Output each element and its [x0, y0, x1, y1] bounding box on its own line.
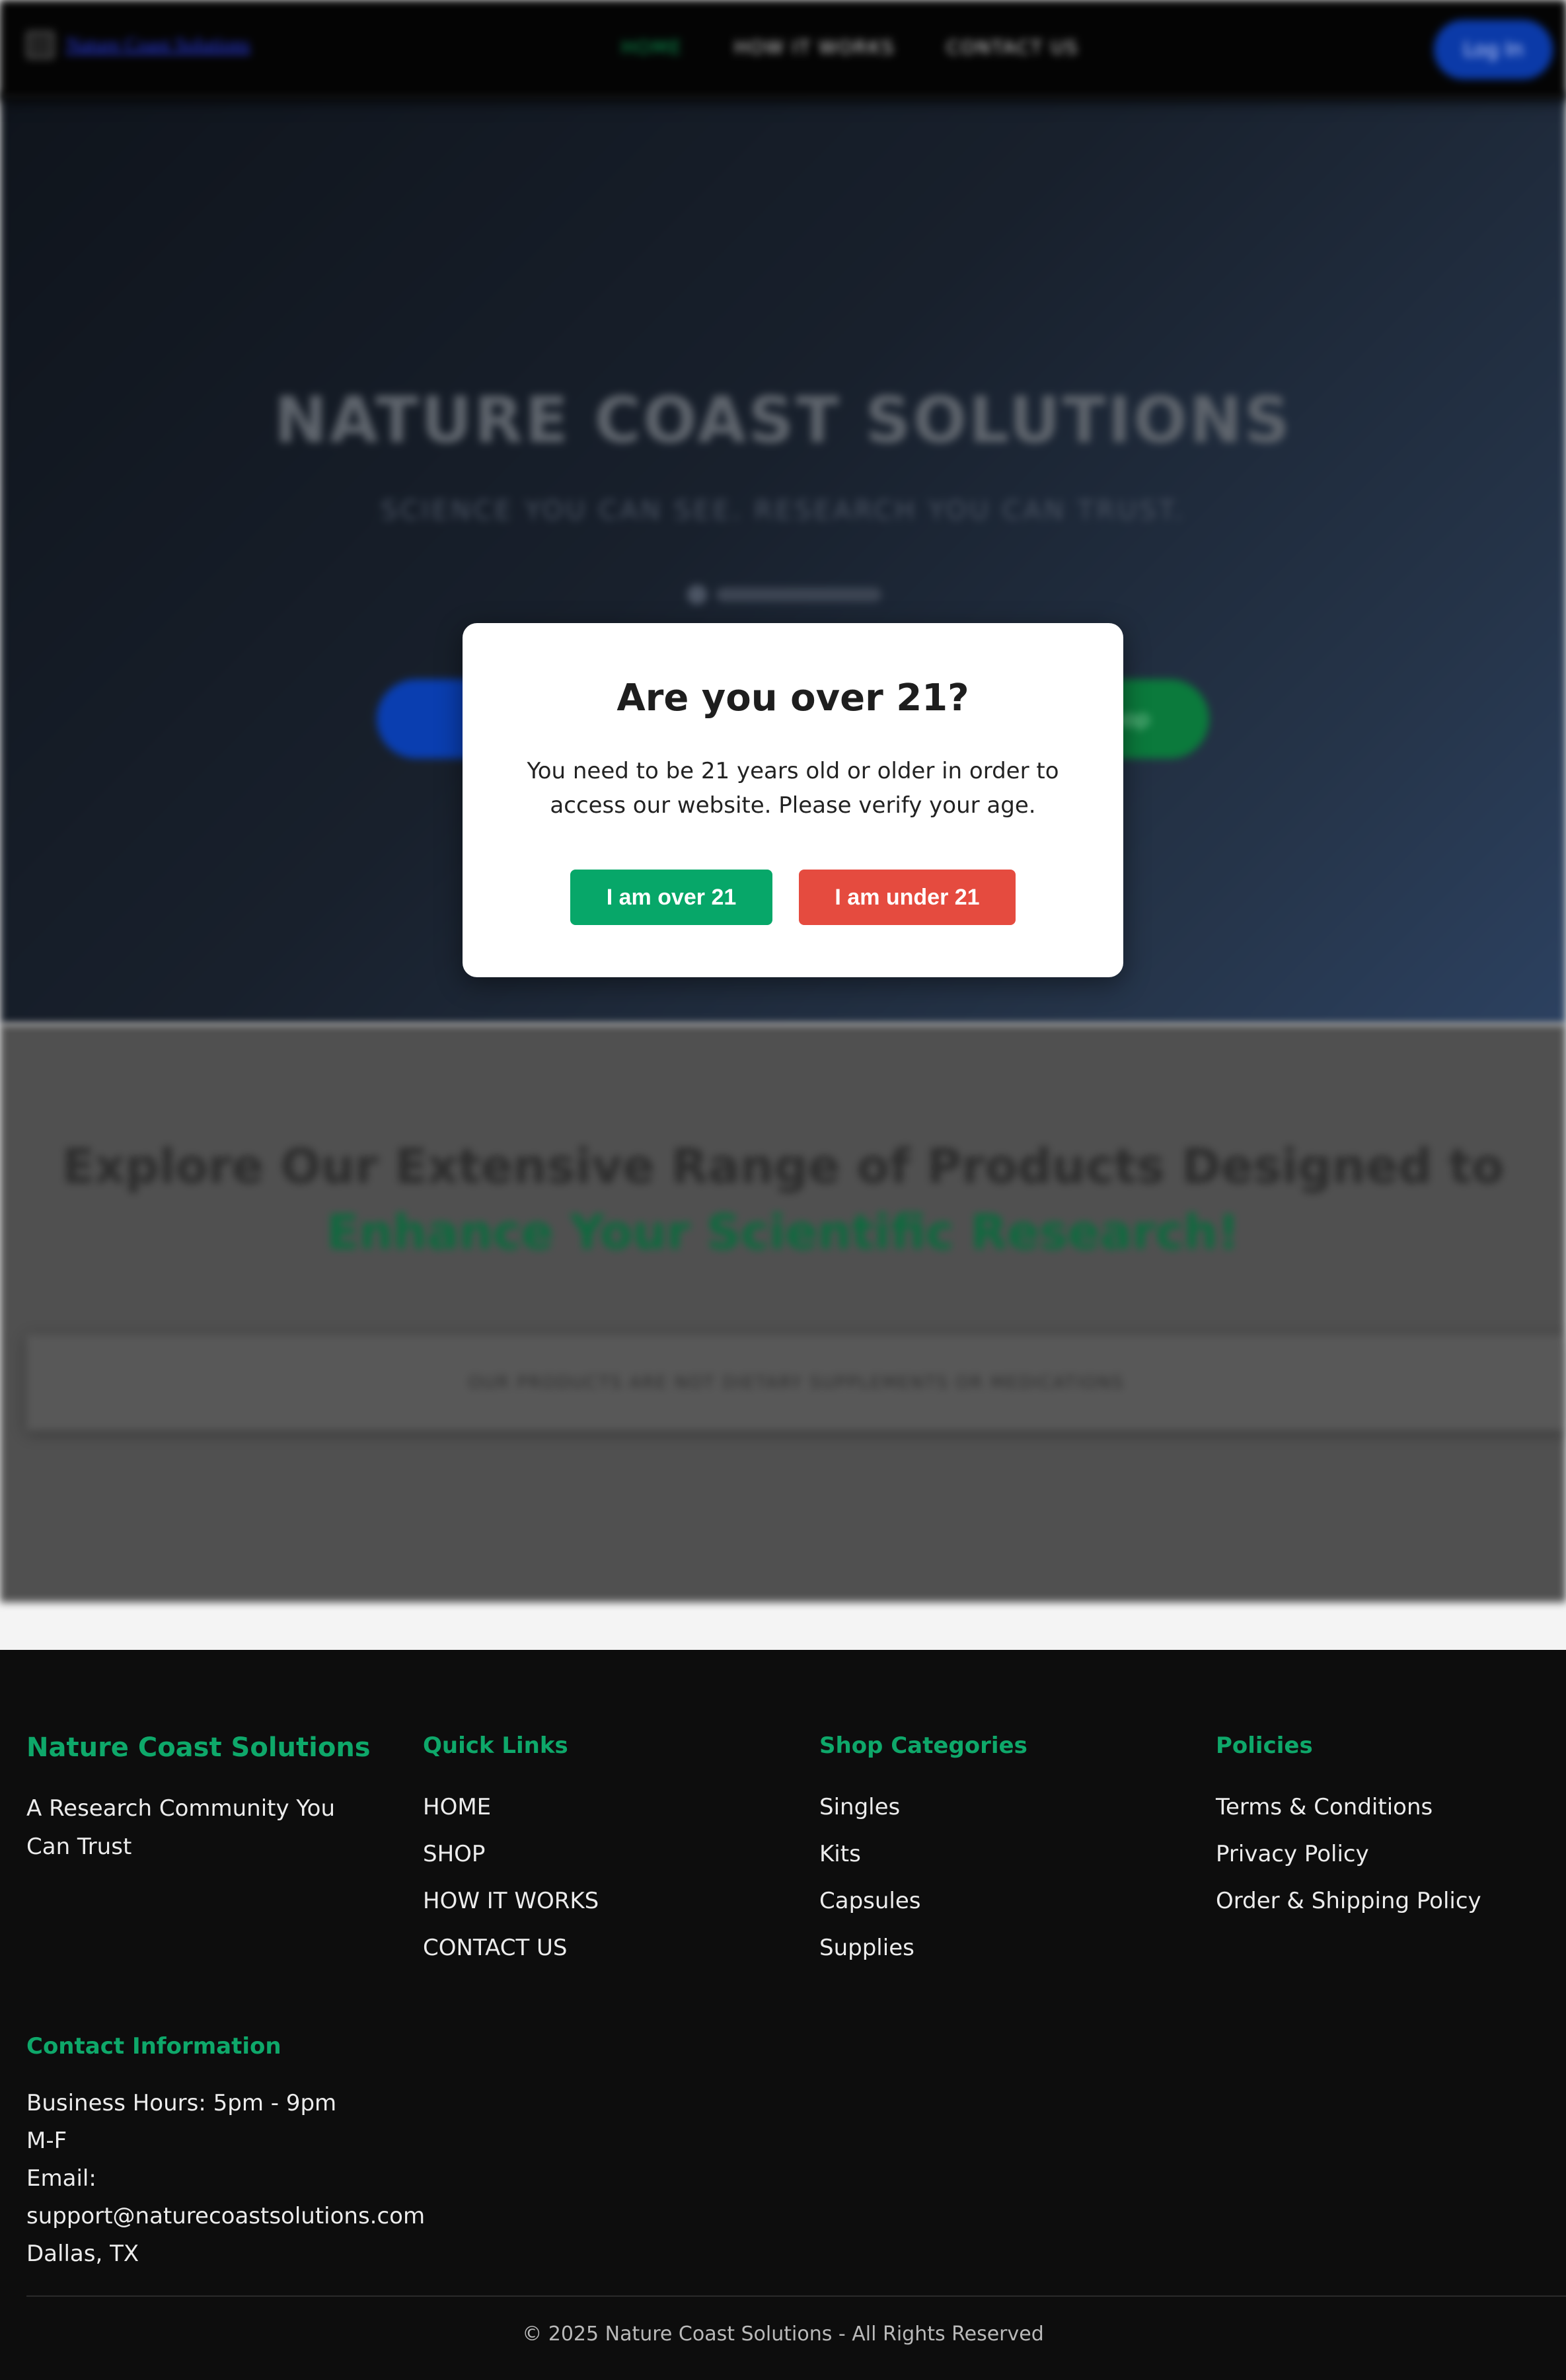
policy-link-privacy[interactable]: Privacy Policy [1216, 1831, 1481, 1878]
modal-title: Are you over 21? [616, 677, 969, 720]
footer-divider [26, 2295, 1566, 2297]
nav-links: HOME HOW IT WORKS CONTACT US [621, 36, 1078, 58]
footer-brand: Nature Coast Solutions [26, 1732, 371, 1763]
shop-categories-heading: Shop Categories [819, 1732, 1027, 1759]
footer-quick-links: Quick Links HOME SHOP HOW IT WORKS CONTA… [423, 1732, 599, 1972]
modal-message: You need to be 21 years old or older in … [527, 758, 1059, 819]
modal-actions: I am over 21 I am under 21 [463, 870, 1123, 925]
hero-subtitle: SCIENCE YOU CAN SEE. RESEARCH YOU CAN TR… [381, 496, 1185, 526]
category-link-capsules[interactable]: Capsules [819, 1878, 1027, 1925]
login-button[interactable]: Log In [1434, 20, 1553, 79]
footer-link-shop[interactable]: SHOP [423, 1831, 599, 1878]
footer-link-contact[interactable]: CONTACT US [423, 1925, 599, 1972]
footer-shop-categories: Shop Categories Singles Kits Capsules Su… [819, 1732, 1027, 1972]
site-logo[interactable]: Nature Coast Solutions [26, 31, 278, 59]
hero-badge [687, 585, 881, 605]
footer-tagline: A Research Community You Can Trust [26, 1795, 336, 1860]
age-verification-modal: Are you over 21? You need to be 21 years… [463, 623, 1123, 977]
footer-link-how-it-works[interactable]: HOW IT WORKS [423, 1878, 599, 1925]
footer-brand-column: Nature Coast Solutions A Research Commun… [26, 1732, 371, 1866]
footer-contact: Contact Information Business Hours: 5pm … [26, 2033, 425, 2273]
quick-links-heading: Quick Links [423, 1732, 568, 1759]
category-link-kits[interactable]: Kits [819, 1831, 1027, 1878]
policy-link-terms[interactable]: Terms & Conditions [1216, 1784, 1481, 1831]
policies-heading: Policies [1216, 1732, 1313, 1759]
products-heading-line1: Explore Our Extensive Range of Products … [61, 1138, 1505, 1194]
top-navbar: Nature Coast Solutions HOME HOW IT WORKS… [0, 0, 1566, 99]
category-link-supplies[interactable]: Supplies [819, 1925, 1027, 1972]
footer-link-home[interactable]: HOME [423, 1784, 599, 1831]
hero-title: NATURE COAST SOLUTIONS [274, 383, 1292, 457]
over-21-button[interactable]: I am over 21 [570, 870, 772, 925]
badge-icon [687, 585, 707, 605]
contact-location: Dallas, TX [26, 2241, 139, 2267]
category-link-singles[interactable]: Singles [819, 1784, 1027, 1831]
nav-link-contact[interactable]: CONTACT US [946, 36, 1078, 58]
footer-copyright: © 2025 Nature Coast Solutions - All Righ… [522, 2323, 1044, 2346]
products-heading: Explore Our Extensive Range of Products … [0, 1133, 1566, 1265]
contact-heading: Contact Information [26, 2033, 281, 2060]
footer-policies: Policies Terms & Conditions Privacy Poli… [1216, 1732, 1481, 1925]
nav-link-home[interactable]: HOME [621, 36, 683, 58]
nav-link-how-it-works[interactable]: HOW IT WORKS [734, 36, 895, 58]
products-section: Explore Our Extensive Range of Products … [0, 1024, 1566, 1602]
policy-link-shipping[interactable]: Order & Shipping Policy [1216, 1878, 1481, 1925]
products-heading-line2: Enhance Your Scientific Research! [326, 1205, 1240, 1260]
contact-email-label: Email: [26, 2165, 96, 2192]
site-footer: Nature Coast Solutions A Research Commun… [0, 1650, 1566, 2380]
products-disclaimer: OUR PRODUCTS ARE NOT DIETARY SUPPLEMENTS… [26, 1335, 1566, 1431]
contact-hours: Business Hours: 5pm - 9pm M-F [26, 2090, 337, 2154]
under-21-button[interactable]: I am under 21 [799, 870, 1016, 925]
logo-alt-text[interactable]: Nature Coast Solutions [66, 34, 250, 56]
broken-image-icon [26, 31, 54, 59]
badge-text [716, 587, 881, 602]
contact-email[interactable]: support@naturecoastsolutions.com [26, 2198, 425, 2235]
